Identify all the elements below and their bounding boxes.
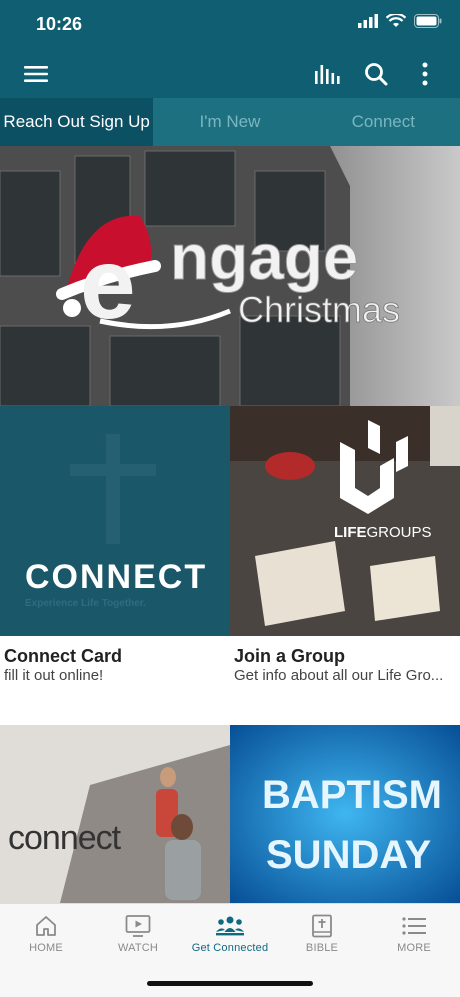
nav-watch-label: WATCH	[117, 942, 159, 954]
app-bar	[0, 50, 460, 98]
hero-banner[interactable]: e ngage Christmas	[0, 146, 460, 406]
top-tabs: Reach Out Sign Up I'm New Connect	[0, 98, 460, 146]
home-indicator	[147, 981, 313, 986]
baptism-sunday-card[interactable]: BAPTISM SUNDAY	[230, 725, 460, 903]
baptism-line-2: SUNDAY	[266, 833, 432, 877]
tv-icon	[125, 915, 151, 937]
tab-connect[interactable]: Connect	[307, 98, 460, 146]
menu-icon[interactable]	[22, 60, 50, 88]
battery-icon	[414, 14, 442, 28]
status-icons	[358, 14, 442, 28]
nav-home[interactable]: HOME	[0, 904, 92, 968]
tab-im-new[interactable]: I'm New	[153, 98, 306, 146]
nav-more[interactable]: MORE	[368, 904, 460, 968]
home-icon	[36, 916, 56, 936]
bible-icon	[312, 914, 332, 938]
lifegroups-wordmark-bold: LIFE	[334, 524, 367, 541]
nav-more-label: MORE	[397, 942, 431, 954]
nav-get-connected[interactable]: Get Connected	[184, 904, 276, 968]
wifi-icon	[386, 14, 406, 27]
connect-card-subtitle: fill it out online!	[4, 667, 104, 684]
tab-reach-out-sign-up[interactable]: Reach Out Sign Up	[0, 98, 154, 146]
status-bar: 10:26	[0, 0, 460, 50]
nav-bible[interactable]: BIBLE	[276, 904, 368, 968]
join-group-title[interactable]: Join a Group	[234, 646, 345, 667]
more-vertical-icon[interactable]	[411, 60, 439, 88]
connect-photo-text: connect	[8, 819, 121, 857]
connect-photo-card[interactable]: connect	[0, 725, 230, 903]
nav-watch[interactable]: WATCH	[92, 904, 184, 968]
nav-get-connected-label: Get Connected	[191, 942, 269, 954]
nav-bible-label: BIBLE	[305, 942, 339, 954]
connect-card-image-tagline: Experience Life Together.	[25, 598, 146, 609]
connect-card-image-title: CONNECT	[25, 558, 208, 596]
lifegroups-wordmark-light: GROUPS	[366, 524, 432, 541]
status-time: 10:26	[36, 14, 83, 34]
join-group-subtitle: Get info about all our Life Gro...	[234, 667, 444, 684]
hero-logo-title: ngage	[170, 221, 358, 293]
connect-card-image[interactable]: CONNECT Experience Life Together.	[0, 406, 230, 636]
connect-card-title[interactable]: Connect Card	[4, 646, 122, 667]
engage-christmas-logo: e ngage Christmas	[56, 215, 400, 340]
hero-logo-subtitle: Christmas	[238, 289, 400, 330]
nav-home-label: HOME	[29, 942, 63, 954]
join-group-image[interactable]: LIFEGROUPS	[230, 406, 460, 636]
lifegroups-wordmark: LIFEGROUPS	[334, 524, 432, 541]
baptism-line-1: BAPTISM	[262, 773, 442, 817]
people-photo	[0, 725, 230, 903]
audio-bars-icon[interactable]	[313, 60, 341, 88]
people-icon	[216, 916, 244, 936]
search-icon[interactable]	[362, 60, 390, 88]
lifegroups-logo-icon	[340, 420, 408, 514]
list-icon	[402, 917, 426, 935]
signal-icon	[358, 14, 378, 28]
